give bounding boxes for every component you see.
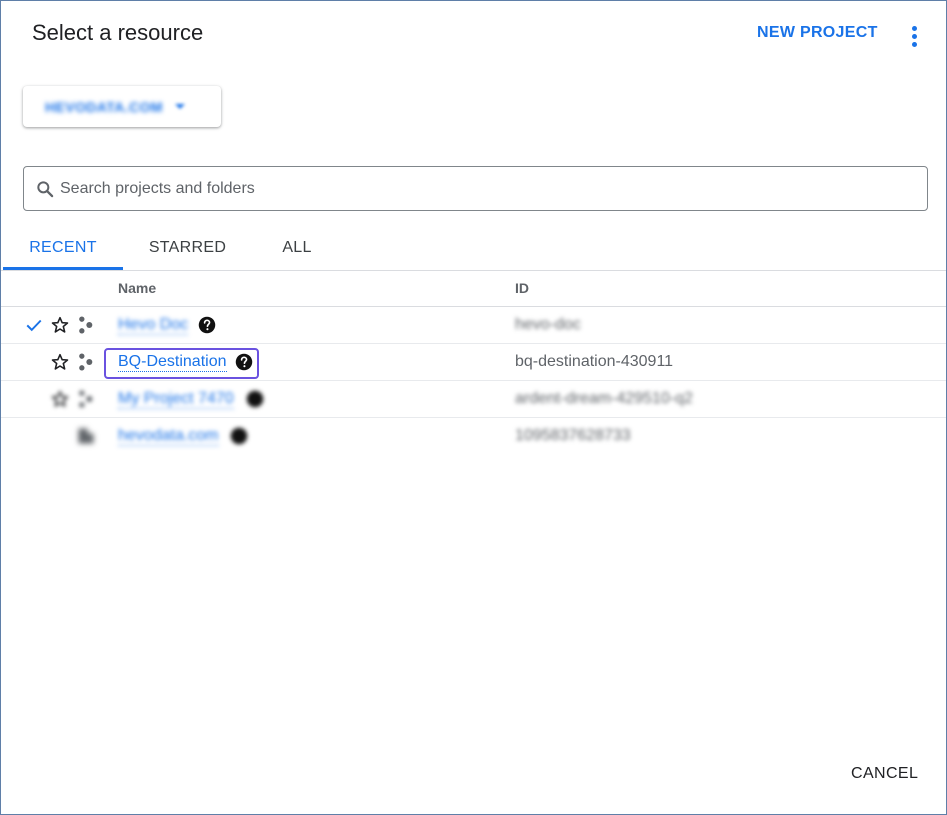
help-circle-icon[interactable]: [235, 353, 253, 371]
resource-id: bq-destination-430911: [515, 353, 674, 370]
help-circle-icon[interactable]: [230, 427, 248, 445]
cancel-button[interactable]: CANCEL: [839, 756, 930, 792]
resource-name-link[interactable]: Hevo Doc: [118, 316, 189, 335]
tab-starred[interactable]: STARRED: [131, 225, 244, 270]
resource-name-link[interactable]: BQ-Destination: [118, 353, 227, 372]
star-outline-icon[interactable]: [50, 315, 70, 335]
organization-icon: [78, 428, 94, 444]
search-icon: [37, 181, 54, 198]
caret-down-icon: [174, 104, 185, 110]
resource-id: ardent-dream-429510-q2: [515, 390, 693, 407]
organization-selector[interactable]: HEVODATA.COM: [23, 86, 221, 127]
tab-recent[interactable]: RECENT: [3, 225, 123, 270]
more-vert-icon[interactable]: [899, 17, 931, 53]
search-box: [23, 166, 928, 211]
resource-name-link[interactable]: hevodata.com: [118, 427, 219, 446]
project-icon: [79, 353, 93, 371]
resource-table: Name ID Hevo Doc hevo-doc BQ-Destination…: [1, 271, 946, 455]
check-icon: [26, 319, 42, 332]
table-header: Name ID: [1, 271, 946, 307]
dialog-title: Select a resource: [32, 20, 204, 45]
resource-id: 1095837628733: [515, 427, 631, 444]
active-tab-indicator: [3, 267, 123, 270]
table-row[interactable]: My Project 7470 ardent-dream-429510-q2: [1, 381, 946, 418]
tab-bar: RECENT STARRED ALL: [1, 225, 946, 271]
project-icon: [79, 316, 93, 334]
new-project-button[interactable]: NEW PROJECT: [749, 15, 886, 51]
table-row[interactable]: BQ-Destination bq-destination-430911: [1, 344, 946, 381]
star-outline-icon[interactable]: [50, 352, 70, 372]
resource-id: hevo-doc: [515, 316, 581, 333]
select-resource-dialog: Select a resource NEW PROJECT HEVODATA.C…: [0, 0, 947, 815]
organization-label: HEVODATA.COM: [45, 98, 163, 115]
tab-all[interactable]: ALL: [253, 225, 341, 270]
resource-name-link[interactable]: My Project 7470: [118, 390, 234, 409]
help-circle-icon[interactable]: [246, 390, 264, 408]
table-row[interactable]: hevodata.com 1095837628733: [1, 418, 946, 455]
search-input[interactable]: [60, 175, 910, 202]
star-outline-icon[interactable]: [50, 389, 70, 409]
project-icon: [79, 390, 93, 408]
column-header-id: ID: [515, 280, 529, 296]
help-circle-icon[interactable]: [198, 316, 216, 334]
table-row[interactable]: Hevo Doc hevo-doc: [1, 307, 946, 344]
column-header-name: Name: [118, 280, 157, 296]
